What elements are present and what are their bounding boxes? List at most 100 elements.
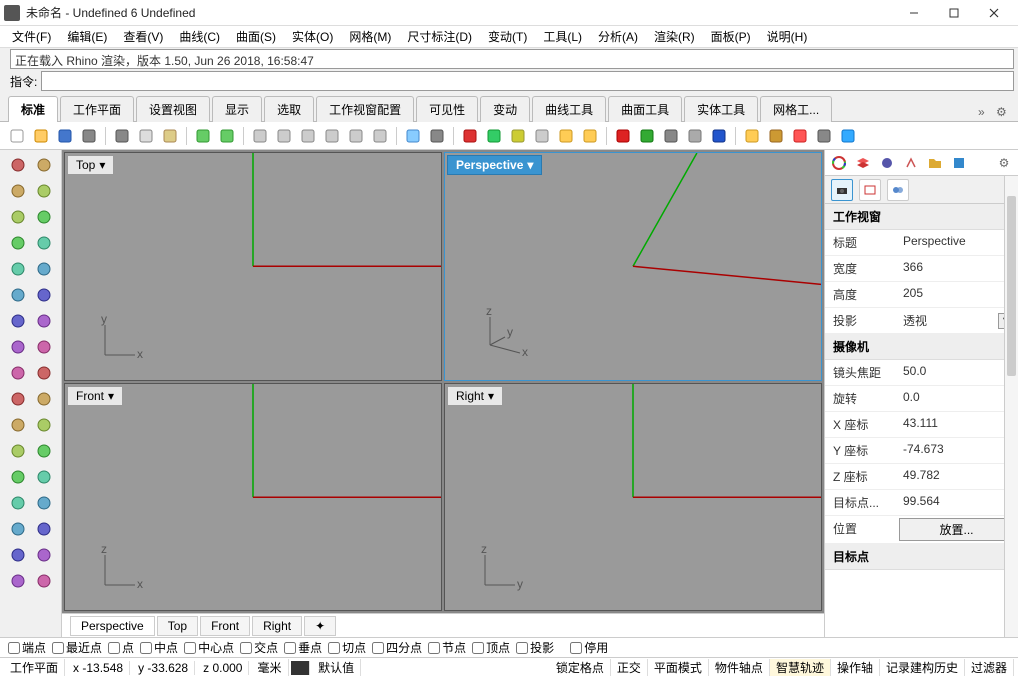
prop-proj-select[interactable]: 透视 ˅: [895, 308, 1018, 333]
status-unit[interactable]: 毫米: [251, 659, 288, 676]
command-history[interactable]: 正在载入 Rhino 渲染，版本 1.50, Jun 26 2018, 16:5…: [10, 49, 1014, 69]
pan-icon[interactable]: [249, 125, 271, 147]
prop-title-value[interactable]: Perspective: [895, 230, 1018, 255]
gray2-icon[interactable]: [684, 125, 706, 147]
osnap-点[interactable]: 点: [108, 639, 134, 656]
menu-item[interactable]: 说明(H): [761, 26, 814, 47]
menu-item[interactable]: 曲面(S): [230, 26, 282, 47]
osnap-checkbox[interactable]: [472, 642, 484, 654]
viewport-tab[interactable]: Right: [252, 616, 302, 636]
print-icon[interactable]: [78, 125, 100, 147]
box-tool-icon[interactable]: [6, 361, 30, 385]
new-icon[interactable]: [6, 125, 28, 147]
menu-item[interactable]: 变动(T): [482, 26, 533, 47]
status-layer-swatch[interactable]: [291, 661, 311, 675]
osnap-checkbox[interactable]: [184, 642, 196, 654]
menu-item[interactable]: 面板(P): [705, 26, 757, 47]
toolbar-tab[interactable]: 实体工具: [684, 96, 758, 122]
osnap-中心点[interactable]: 中心点: [184, 639, 234, 656]
osnap-最近点[interactable]: 最近点: [52, 639, 102, 656]
prop-z-value[interactable]: 49.782: [895, 464, 1018, 489]
polyline-tool-icon[interactable]: [32, 179, 56, 203]
wire-icon[interactable]: [531, 125, 553, 147]
trim-tool-icon[interactable]: [32, 283, 56, 307]
menu-item[interactable]: 分析(A): [592, 26, 644, 47]
viewport-tab[interactable]: Top: [157, 616, 198, 636]
osnap-垂点[interactable]: 垂点: [284, 639, 322, 656]
toolbar-tab[interactable]: 显示: [212, 96, 262, 122]
osnap-checkbox[interactable]: [328, 642, 340, 654]
toolbar-tab[interactable]: 设置视图: [136, 96, 210, 122]
menu-item[interactable]: 工具(L): [537, 26, 588, 47]
prop-width-value[interactable]: 366: [895, 256, 1018, 281]
osnap-checkbox[interactable]: [284, 642, 296, 654]
prop-y-value[interactable]: -74.673: [895, 438, 1018, 463]
explode-tool-icon[interactable]: [6, 517, 30, 541]
redo-icon[interactable]: [216, 125, 238, 147]
toolbar-tab[interactable]: 曲面工具: [608, 96, 682, 122]
prop-height-value[interactable]: 205: [895, 282, 1018, 307]
prop-target-value[interactable]: 99.564: [895, 490, 1018, 515]
osnap-顶点[interactable]: 顶点: [472, 639, 510, 656]
circle-tool-icon[interactable]: [6, 205, 30, 229]
fillet-tool-icon[interactable]: [6, 309, 30, 333]
osnap-checkbox[interactable]: [108, 642, 120, 654]
prop-x-value[interactable]: 43.111: [895, 412, 1018, 437]
grid-icon[interactable]: [426, 125, 448, 147]
arc-tool-icon[interactable]: [32, 205, 56, 229]
status-toggle[interactable]: 正交: [611, 659, 648, 676]
options-icon[interactable]: [741, 125, 763, 147]
rotate-icon[interactable]: [273, 125, 295, 147]
group-tool-icon[interactable]: [6, 543, 30, 567]
osnap-切点[interactable]: 切点: [328, 639, 366, 656]
hatch-tool-icon[interactable]: [6, 465, 30, 489]
toolbar-tab[interactable]: 网格工...: [760, 96, 832, 122]
status-toggle[interactable]: 操作轴: [831, 659, 880, 676]
hide-tool-icon[interactable]: [32, 543, 56, 567]
viewport-tab[interactable]: Front: [200, 616, 250, 636]
menu-item[interactable]: 曲线(C): [173, 26, 226, 47]
pointer-tool-icon[interactable]: [6, 153, 30, 177]
osnap-交点[interactable]: 交点: [240, 639, 278, 656]
mesh-tool-icon[interactable]: [32, 413, 56, 437]
viewport-right[interactable]: Right▾ y z: [444, 383, 822, 612]
properties-icon[interactable]: [829, 153, 849, 173]
maximize-button[interactable]: [934, 1, 974, 25]
minimize-button[interactable]: [894, 1, 934, 25]
toolbar-tab[interactable]: 可见性: [416, 96, 478, 122]
menu-item[interactable]: 文件(F): [6, 26, 57, 47]
scrollbar-thumb[interactable]: [1007, 196, 1016, 376]
loft-tool-icon[interactable]: [32, 335, 56, 359]
save-icon[interactable]: [54, 125, 76, 147]
hide-icon[interactable]: [813, 125, 835, 147]
toolbar-tab[interactable]: 选取: [264, 96, 314, 122]
line-tool-icon[interactable]: [6, 179, 30, 203]
toolbar-tab[interactable]: 工作平面: [60, 96, 134, 122]
osnap-端点[interactable]: 端点: [8, 639, 46, 656]
menu-item[interactable]: 网格(M): [343, 26, 397, 47]
menu-item[interactable]: 渲染(R): [648, 26, 701, 47]
osnap-checkbox[interactable]: [52, 642, 64, 654]
cut-icon[interactable]: [111, 125, 133, 147]
blue-sphere-icon[interactable]: [708, 125, 730, 147]
help-icon[interactable]: [837, 125, 859, 147]
viewport-tab[interactable]: Perspective: [70, 616, 155, 636]
gear-icon[interactable]: ⚙: [996, 105, 1010, 119]
zoom-icon[interactable]: [297, 125, 319, 147]
open-icon[interactable]: [30, 125, 52, 147]
cylinder-tool-icon[interactable]: [6, 387, 30, 411]
transform-tool-icon[interactable]: [6, 491, 30, 515]
polygon-tool-icon[interactable]: [32, 231, 56, 255]
zoom-sel-icon[interactable]: [345, 125, 367, 147]
osnap-checkbox[interactable]: [372, 642, 384, 654]
gears-icon[interactable]: [765, 125, 787, 147]
mirror-tool-icon[interactable]: [6, 569, 30, 593]
status-toggle[interactable]: 锁定格点: [550, 659, 611, 676]
library-icon[interactable]: [925, 153, 945, 173]
menu-item[interactable]: 编辑(E): [61, 26, 113, 47]
copy-icon[interactable]: [135, 125, 157, 147]
layers-icon[interactable]: [853, 153, 873, 173]
light-icon[interactable]: [555, 125, 577, 147]
viewport-top[interactable]: Top▾ x y: [64, 152, 442, 381]
rotate-tool-icon[interactable]: [32, 569, 56, 593]
